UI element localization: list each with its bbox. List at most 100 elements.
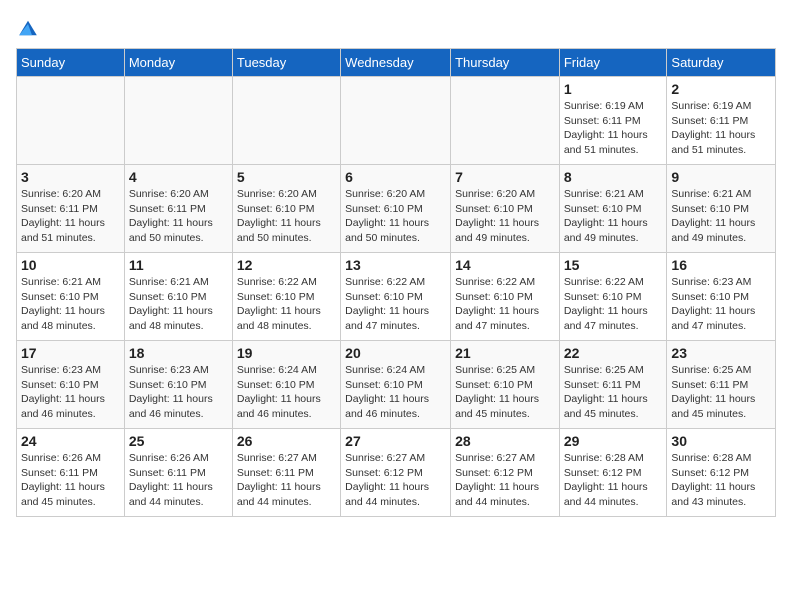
day-info: Sunrise: 6:23 AM Sunset: 6:10 PM Dayligh… [129, 363, 228, 422]
day-info: Sunrise: 6:22 AM Sunset: 6:10 PM Dayligh… [455, 275, 555, 334]
day-number: 28 [455, 433, 555, 449]
calendar-cell: 14Sunrise: 6:22 AM Sunset: 6:10 PM Dayli… [451, 253, 560, 341]
day-number: 3 [21, 169, 120, 185]
day-number: 18 [129, 345, 228, 361]
day-info: Sunrise: 6:20 AM Sunset: 6:11 PM Dayligh… [129, 187, 228, 246]
calendar-cell: 22 Sunrise: 6:25 AM Sunset: 6:11 PM Dayli… [559, 341, 667, 429]
calendar-cell [232, 77, 340, 165]
day-number: 4 [129, 169, 228, 185]
calendar-cell: 9 Sunrise: 6:21 AM Sunset: 6:10 PM Daylig… [667, 165, 776, 253]
calendar-week-row: 24 Sunrise: 6:26 AM Sunset: 6:11 PM Dayli… [17, 429, 776, 517]
day-number: 6 [345, 169, 446, 185]
day-info: Sunrise: 6:20 AM Sunset: 6:11 PM Dayligh… [21, 187, 120, 246]
day-info: Sunrise: 6:22 AM Sunset: 6:10 PM Dayligh… [237, 275, 336, 334]
weekday-header-friday: Friday [559, 49, 667, 77]
calendar-cell: 5Sunrise: 6:20 AM Sunset: 6:10 PM Daylig… [232, 165, 340, 253]
calendar-cell: 2 Sunrise: 6:19 AM Sunset: 6:11 PM Daylig… [667, 77, 776, 165]
day-info: Sunrise: 6:22 AM Sunset: 6:10 PM Dayligh… [564, 275, 663, 334]
day-number: 27 [345, 433, 446, 449]
day-info: Sunrise: 6:19 AM Sunset: 6:11 PM Dayligh… [564, 99, 663, 158]
weekday-header-monday: Monday [124, 49, 232, 77]
calendar-cell: 10 Sunrise: 6:21 AM Sunset: 6:10 PM Dayli… [17, 253, 125, 341]
day-number: 1 [564, 81, 663, 97]
day-info: Sunrise: 6:27 AM Sunset: 6:12 PM Dayligh… [455, 451, 555, 510]
calendar-header-row: SundayMondayTuesdayWednesdayThursdayFrid… [17, 49, 776, 77]
day-number: 11 [129, 257, 228, 273]
weekday-header-tuesday: Tuesday [232, 49, 340, 77]
calendar-week-row: 10 Sunrise: 6:21 AM Sunset: 6:10 PM Dayli… [17, 253, 776, 341]
weekday-header-saturday: Saturday [667, 49, 776, 77]
day-number: 22 [564, 345, 663, 361]
day-info: Sunrise: 6:27 AM Sunset: 6:11 PM Dayligh… [237, 451, 336, 510]
day-number: 24 [21, 433, 120, 449]
calendar-week-row: 17 Sunrise: 6:23 AM Sunset: 6:10 PM Dayli… [17, 341, 776, 429]
calendar-week-row: 3 Sunrise: 6:20 AM Sunset: 6:11 PM Daylig… [17, 165, 776, 253]
day-info: Sunrise: 6:20 AM Sunset: 6:10 PM Dayligh… [455, 187, 555, 246]
calendar-cell: 4 Sunrise: 6:20 AM Sunset: 6:11 PM Daylig… [124, 165, 232, 253]
calendar-cell [341, 77, 451, 165]
calendar-cell: 1 Sunrise: 6:19 AM Sunset: 6:11 PM Daylig… [559, 77, 667, 165]
day-info: Sunrise: 6:19 AM Sunset: 6:11 PM Dayligh… [671, 99, 771, 158]
day-info: Sunrise: 6:21 AM Sunset: 6:10 PM Dayligh… [564, 187, 663, 246]
logo [16, 16, 42, 40]
day-number: 19 [237, 345, 336, 361]
weekday-header-sunday: Sunday [17, 49, 125, 77]
calendar-cell: 20Sunrise: 6:24 AM Sunset: 6:10 PM Dayli… [341, 341, 451, 429]
day-number: 5 [237, 169, 336, 185]
day-number: 30 [671, 433, 771, 449]
calendar-cell: 28 Sunrise: 6:27 AM Sunset: 6:12 PM Dayli… [451, 429, 560, 517]
day-info: Sunrise: 6:25 AM Sunset: 6:11 PM Dayligh… [671, 363, 771, 422]
weekday-header-thursday: Thursday [451, 49, 560, 77]
calendar-cell: 11 Sunrise: 6:21 AM Sunset: 6:10 PM Dayli… [124, 253, 232, 341]
day-info: Sunrise: 6:24 AM Sunset: 6:10 PM Dayligh… [237, 363, 336, 422]
calendar-week-row: 1 Sunrise: 6:19 AM Sunset: 6:11 PM Daylig… [17, 77, 776, 165]
day-info: Sunrise: 6:27 AM Sunset: 6:12 PM Dayligh… [345, 451, 446, 510]
day-info: Sunrise: 6:26 AM Sunset: 6:11 PM Dayligh… [129, 451, 228, 510]
day-number: 17 [21, 345, 120, 361]
calendar-cell: 25 Sunrise: 6:26 AM Sunset: 6:11 PM Dayli… [124, 429, 232, 517]
calendar-cell: 26 Sunrise: 6:27 AM Sunset: 6:11 PM Dayli… [232, 429, 340, 517]
day-number: 2 [671, 81, 771, 97]
day-info: Sunrise: 6:28 AM Sunset: 6:12 PM Dayligh… [671, 451, 771, 510]
calendar-cell: 30 Sunrise: 6:28 AM Sunset: 6:12 PM Dayli… [667, 429, 776, 517]
day-number: 25 [129, 433, 228, 449]
day-number: 29 [564, 433, 663, 449]
calendar-cell: 21 Sunrise: 6:25 AM Sunset: 6:10 PM Dayli… [451, 341, 560, 429]
calendar-cell: 15 Sunrise: 6:22 AM Sunset: 6:10 PM Dayli… [559, 253, 667, 341]
calendar-cell: 7 Sunrise: 6:20 AM Sunset: 6:10 PM Daylig… [451, 165, 560, 253]
calendar-cell: 12Sunrise: 6:22 AM Sunset: 6:10 PM Dayli… [232, 253, 340, 341]
day-number: 8 [564, 169, 663, 185]
calendar-table: SundayMondayTuesdayWednesdayThursdayFrid… [16, 48, 776, 517]
day-number: 15 [564, 257, 663, 273]
day-info: Sunrise: 6:23 AM Sunset: 6:10 PM Dayligh… [21, 363, 120, 422]
day-number: 16 [671, 257, 771, 273]
calendar-cell [124, 77, 232, 165]
calendar-cell: 23Sunrise: 6:25 AM Sunset: 6:11 PM Dayli… [667, 341, 776, 429]
day-number: 10 [21, 257, 120, 273]
day-number: 26 [237, 433, 336, 449]
day-number: 9 [671, 169, 771, 185]
day-info: Sunrise: 6:21 AM Sunset: 6:10 PM Dayligh… [671, 187, 771, 246]
calendar-cell [451, 77, 560, 165]
calendar-cell [17, 77, 125, 165]
day-info: Sunrise: 6:25 AM Sunset: 6:11 PM Dayligh… [564, 363, 663, 422]
weekday-header-wednesday: Wednesday [341, 49, 451, 77]
calendar-cell: 3 Sunrise: 6:20 AM Sunset: 6:11 PM Daylig… [17, 165, 125, 253]
day-info: Sunrise: 6:24 AM Sunset: 6:10 PM Dayligh… [345, 363, 446, 422]
day-info: Sunrise: 6:20 AM Sunset: 6:10 PM Dayligh… [345, 187, 446, 246]
day-info: Sunrise: 6:26 AM Sunset: 6:11 PM Dayligh… [21, 451, 120, 510]
day-info: Sunrise: 6:21 AM Sunset: 6:10 PM Dayligh… [21, 275, 120, 334]
day-number: 21 [455, 345, 555, 361]
day-info: Sunrise: 6:25 AM Sunset: 6:10 PM Dayligh… [455, 363, 555, 422]
page-header [16, 16, 776, 40]
day-number: 7 [455, 169, 555, 185]
calendar-cell: 27 Sunrise: 6:27 AM Sunset: 6:12 PM Dayli… [341, 429, 451, 517]
logo-icon [16, 16, 40, 40]
calendar-cell: 24 Sunrise: 6:26 AM Sunset: 6:11 PM Dayli… [17, 429, 125, 517]
day-info: Sunrise: 6:21 AM Sunset: 6:10 PM Dayligh… [129, 275, 228, 334]
calendar-cell: 16Sunrise: 6:23 AM Sunset: 6:10 PM Dayli… [667, 253, 776, 341]
calendar-cell: 13Sunrise: 6:22 AM Sunset: 6:10 PM Dayli… [341, 253, 451, 341]
day-info: Sunrise: 6:28 AM Sunset: 6:12 PM Dayligh… [564, 451, 663, 510]
calendar-cell: 8 Sunrise: 6:21 AM Sunset: 6:10 PM Daylig… [559, 165, 667, 253]
day-number: 13 [345, 257, 446, 273]
